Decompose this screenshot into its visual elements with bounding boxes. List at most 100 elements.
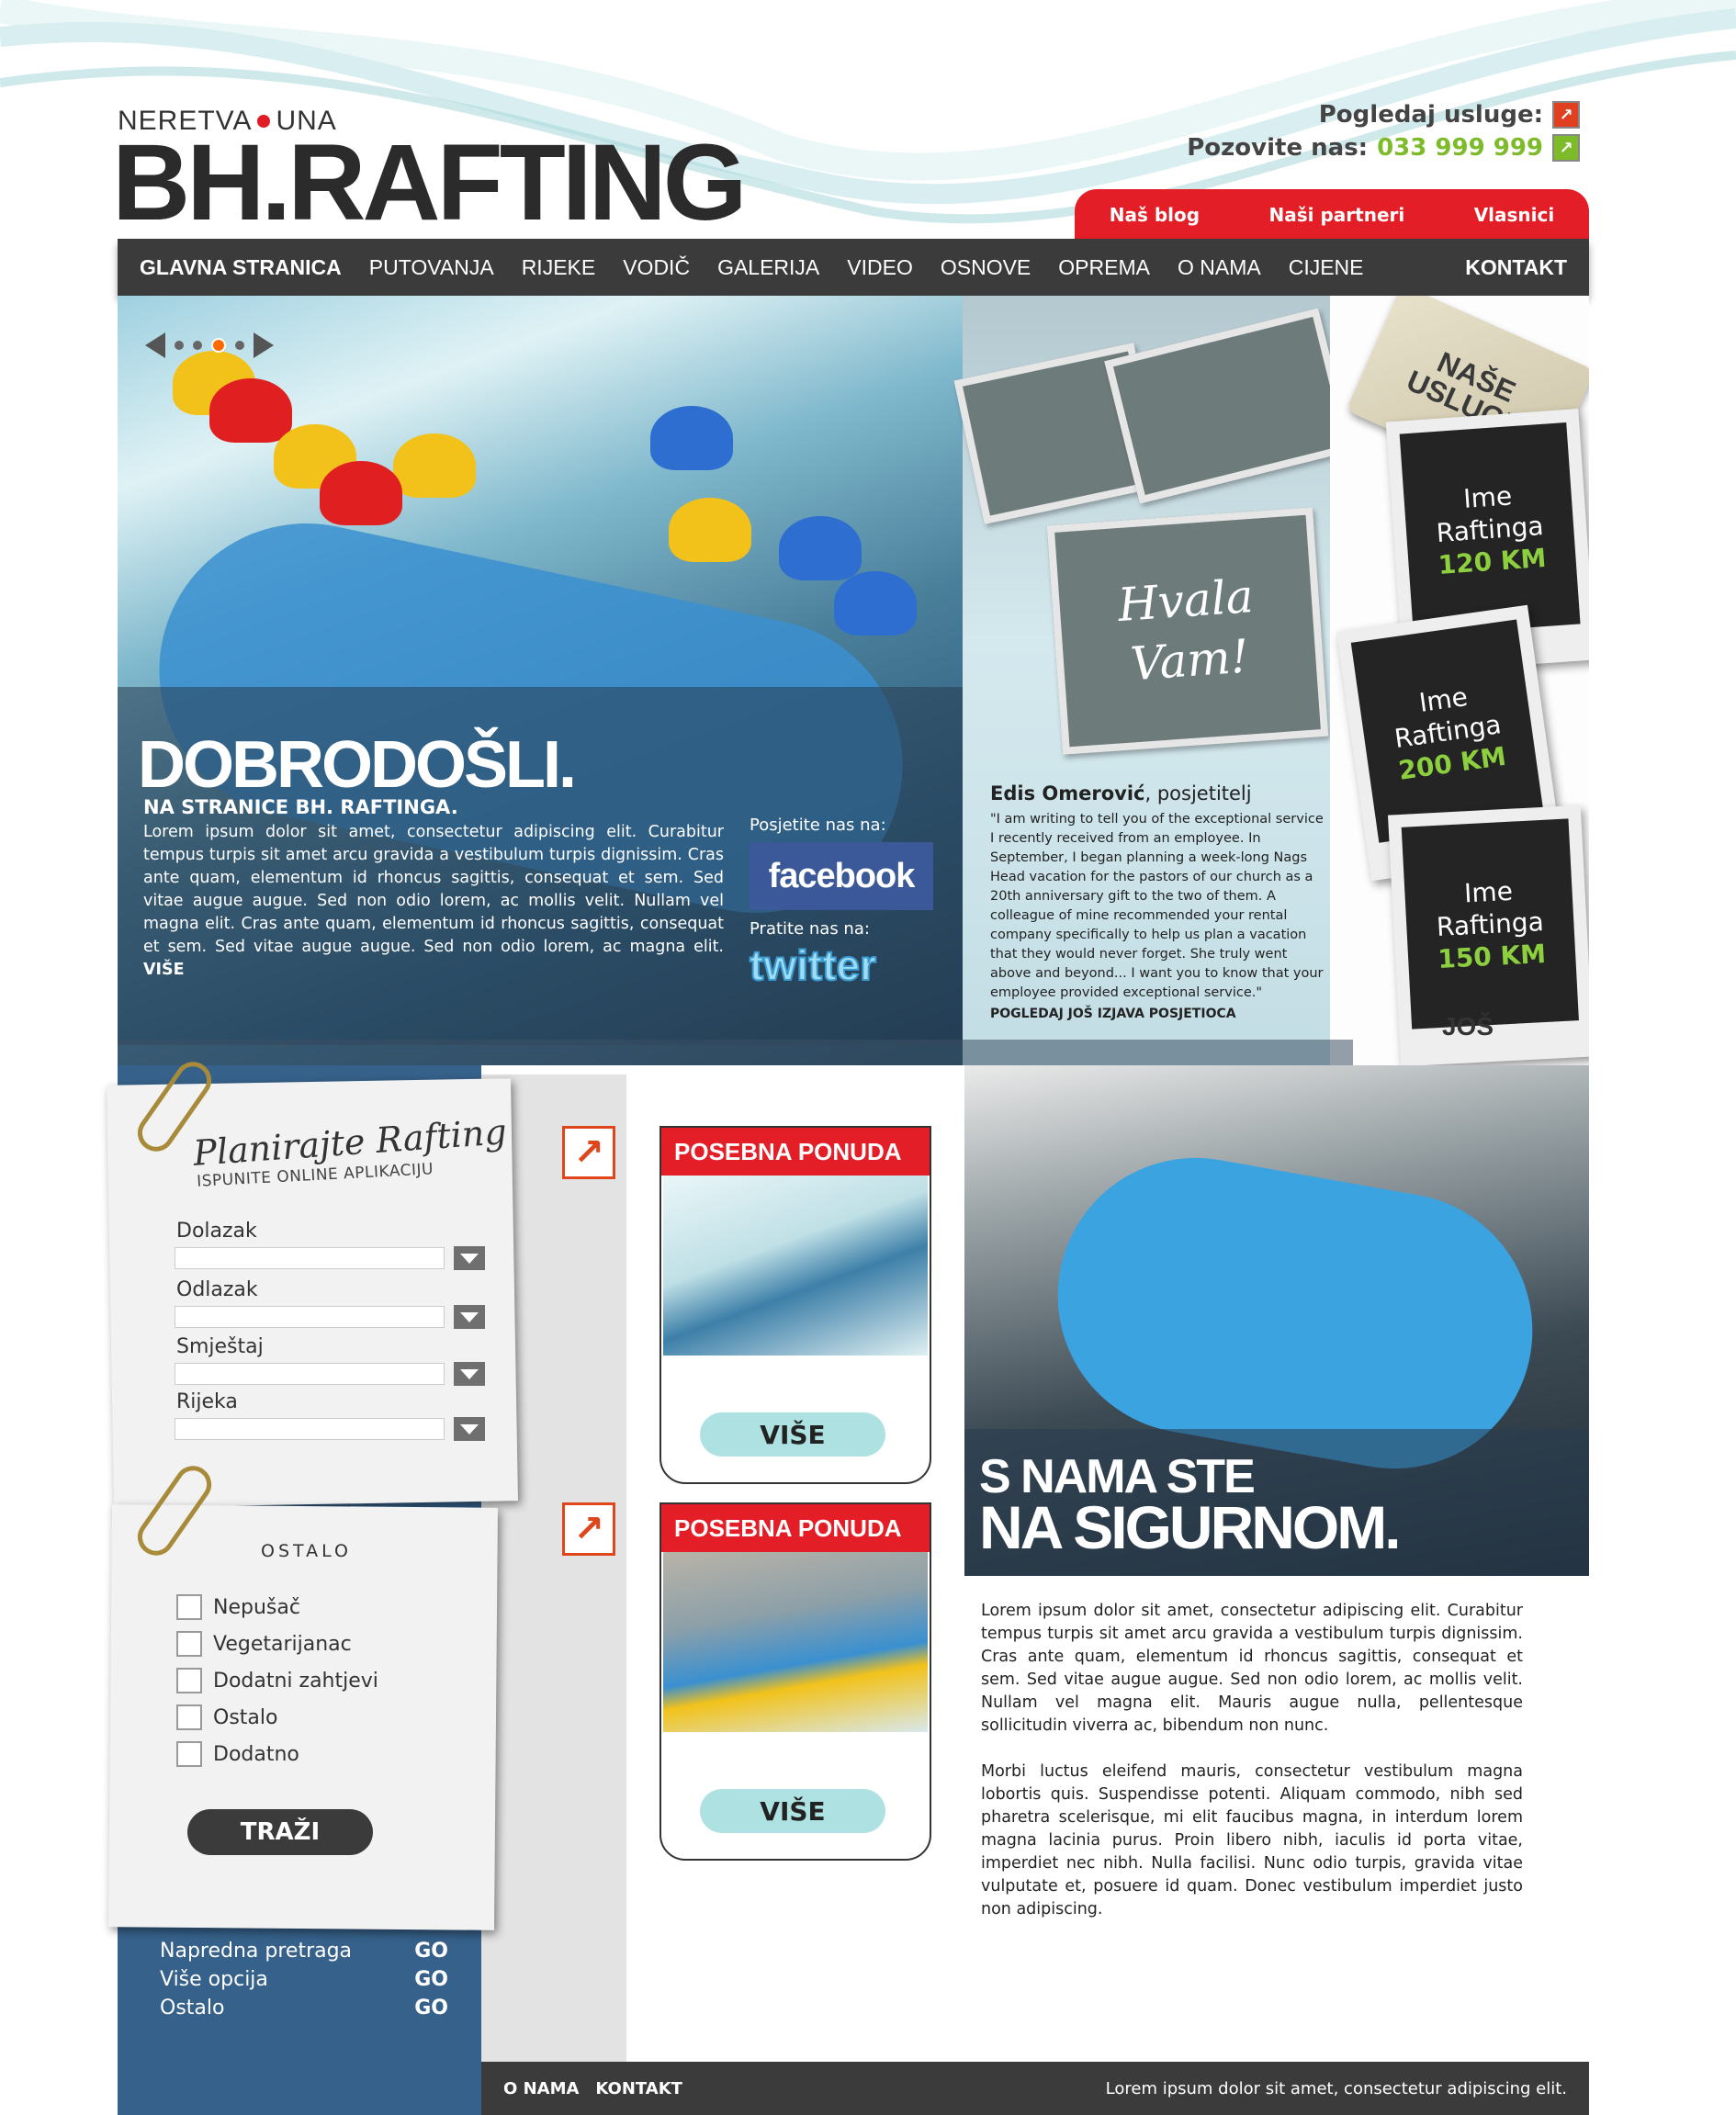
special-offer-card: POSEBNA PONUDA VIŠE [659,1126,931,1484]
offer-photo [663,1176,928,1356]
hero-more-link[interactable]: VIŠE [143,961,185,979]
offer-title: POSEBNA PONUDA [661,1128,930,1176]
slider-dot[interactable] [235,341,244,350]
chevron-down-icon[interactable] [454,1362,485,1386]
safety-photo: S NAMA STE NA SIGURNOM. [964,1065,1589,1576]
phone-number: 033 999 999 [1377,134,1543,162]
offer-more-button[interactable]: VIŠE [700,1412,885,1457]
nav-video[interactable]: VIDEO [847,255,913,280]
helmet-shape [669,498,751,562]
option-extra-requests[interactable]: Dodatni zahtjevi [176,1668,378,1693]
more-services-link[interactable]: JOŠ [1376,1012,1560,1041]
helmet-shape [779,516,862,580]
helmet-shape [834,571,917,636]
arrow-icon: ↗ [1552,134,1580,162]
checkbox[interactable] [176,1668,202,1693]
thanks-card: Hvala Vam! [1046,507,1329,755]
facebook-button[interactable]: facebook [750,842,933,910]
testimonial-body: "I am writing to tell you of the excepti… [990,812,1324,1000]
prev-arrow-icon[interactable] [145,332,165,358]
arrow-icon[interactable] [562,1126,615,1179]
footer: O NAMA KONTAKT Lorem ipsum dolor sit ame… [481,2062,1589,2115]
article-paragraph: Morbi luctus eleifend mauris, consectetu… [981,1762,1523,1918]
link-other[interactable]: Ostalo GO [160,1997,448,2019]
slider-controls [145,332,274,358]
visit-label: Posjetite nas na: [750,816,886,835]
more-testimonials-link[interactable]: POGLEDAJ JOŠ IZJAVA POSJETIOCA [990,1007,1330,1021]
slider-dot-active[interactable] [211,338,226,353]
nav-about[interactable]: O NAMA [1178,255,1261,280]
helmet-shape [209,378,292,443]
checkbox[interactable] [176,1704,202,1730]
river-label: Rijeka [176,1390,238,1413]
chevron-down-icon[interactable] [454,1246,485,1270]
safety-article: Lorem ipsum dolor sit amet, consectetur … [981,1600,1523,1944]
helmet-shape [393,433,476,498]
checkbox[interactable] [176,1741,202,1767]
safety-heading-line2: NA SIGURNOM. [979,1493,1402,1561]
chevron-down-icon[interactable] [454,1417,485,1441]
nav-contact[interactable]: KONTAKT [1465,255,1567,280]
nav-home[interactable]: GLAVNA STRANICA [140,255,342,280]
arrival-field[interactable] [175,1247,445,1269]
testimonial-author: Edis Omerović, posjetitelj [990,782,1252,804]
footer-text: Lorem ipsum dolor sit amet, consectetur … [1105,2078,1567,2098]
follow-label: Pratite nas na: [750,919,870,939]
tab-partners[interactable]: Naši partneri [1269,204,1405,226]
helmet-shape [320,461,402,525]
nav-rivers[interactable]: RIJEKE [522,255,596,280]
offer-photo [663,1552,928,1732]
arrow-icon[interactable] [562,1502,615,1556]
secondary-tabs: Naš blog Naši partneri Vlasnici [1075,189,1589,241]
checkbox[interactable] [176,1594,202,1620]
tab-blog[interactable]: Naš blog [1110,204,1200,226]
nav-basics[interactable]: OSNOVE [941,255,1031,280]
river-field[interactable] [175,1418,445,1440]
services-link[interactable]: Pogledaj usluge: ↗ [1187,101,1580,129]
slider-dot[interactable] [193,341,202,350]
testimonial: Edis Omerović, posjetitelj "I am writing… [990,782,1330,1021]
footer-link-about[interactable]: O NAMA [503,2079,579,2098]
option-vegetarian[interactable]: Vegetarijanac [176,1631,352,1657]
footer-link-contact[interactable]: KONTAKT [595,2079,682,2098]
link-more-options[interactable]: Više opcija GO [160,1968,448,1991]
accommodation-field[interactable] [175,1363,445,1385]
social-links: Posjetite nas na: facebook Pratite nas n… [749,816,933,990]
article-paragraph: Lorem ipsum dolor sit amet, consectetur … [981,1602,1523,1735]
accommodation-label: Smještaj [176,1335,264,1358]
offer-more-button[interactable]: VIŠE [700,1789,885,1833]
hero-text: Lorem ipsum dolor sit amet, consectetur … [143,823,724,979]
nav-guide[interactable]: VODIČ [623,255,690,280]
main-nav: GLAVNA STRANICA PUTOVANJA RIJEKE VODIČ G… [118,239,1589,296]
sidebar-links: Napredna pretraga GO Više opcija GO Ostalo… [160,1940,448,2025]
hero-section: DOBRODOŠLI. NA STRANICE BH. RAFTINGA. Lo… [118,296,1589,1065]
call-link[interactable]: Pozovite nas: 033 999 999 ↗ [1187,134,1580,162]
brand-logo[interactable]: BH.RAFTING [112,129,748,237]
slider-dot[interactable] [175,341,184,350]
tab-owners[interactable]: Vlasnici [1474,204,1555,226]
nav-trips[interactable]: PUTOVANJA [369,255,494,280]
next-arrow-icon[interactable] [254,332,274,358]
arrow-icon: ↗ [1552,101,1580,129]
nav-prices[interactable]: CIJENE [1289,255,1364,280]
top-links: Pogledaj usluge: ↗ Pozovite nas: 033 999 9… [1187,101,1580,167]
options-title: OSTALO [261,1541,353,1561]
search-button[interactable]: TRAŽI [187,1809,373,1855]
options-form-paper [108,1504,498,1930]
option-additional[interactable]: Dodatno [176,1741,299,1767]
option-other[interactable]: Ostalo [176,1704,277,1730]
offer-title: POSEBNA PONUDA [661,1504,930,1552]
option-non-smoker[interactable]: Nepušač [176,1594,300,1620]
chevron-down-icon[interactable] [454,1305,485,1329]
nav-equipment[interactable]: OPREMA [1058,255,1150,280]
link-advanced-search[interactable]: Napredna pretraga GO [160,1940,448,1963]
helmet-shape [650,406,733,470]
nav-gallery[interactable]: GALERIJA [717,255,819,280]
special-offer-card: POSEBNA PONUDA VIŠE [659,1502,931,1861]
departure-field[interactable] [175,1306,445,1328]
hero-bottom-bar [118,1040,1353,1065]
checkbox[interactable] [176,1631,202,1657]
twitter-button[interactable]: twitter [749,940,933,990]
departure-label: Odlazak [176,1278,258,1301]
hero-subtitle: NA STRANICE BH. RAFTINGA. [143,796,458,818]
